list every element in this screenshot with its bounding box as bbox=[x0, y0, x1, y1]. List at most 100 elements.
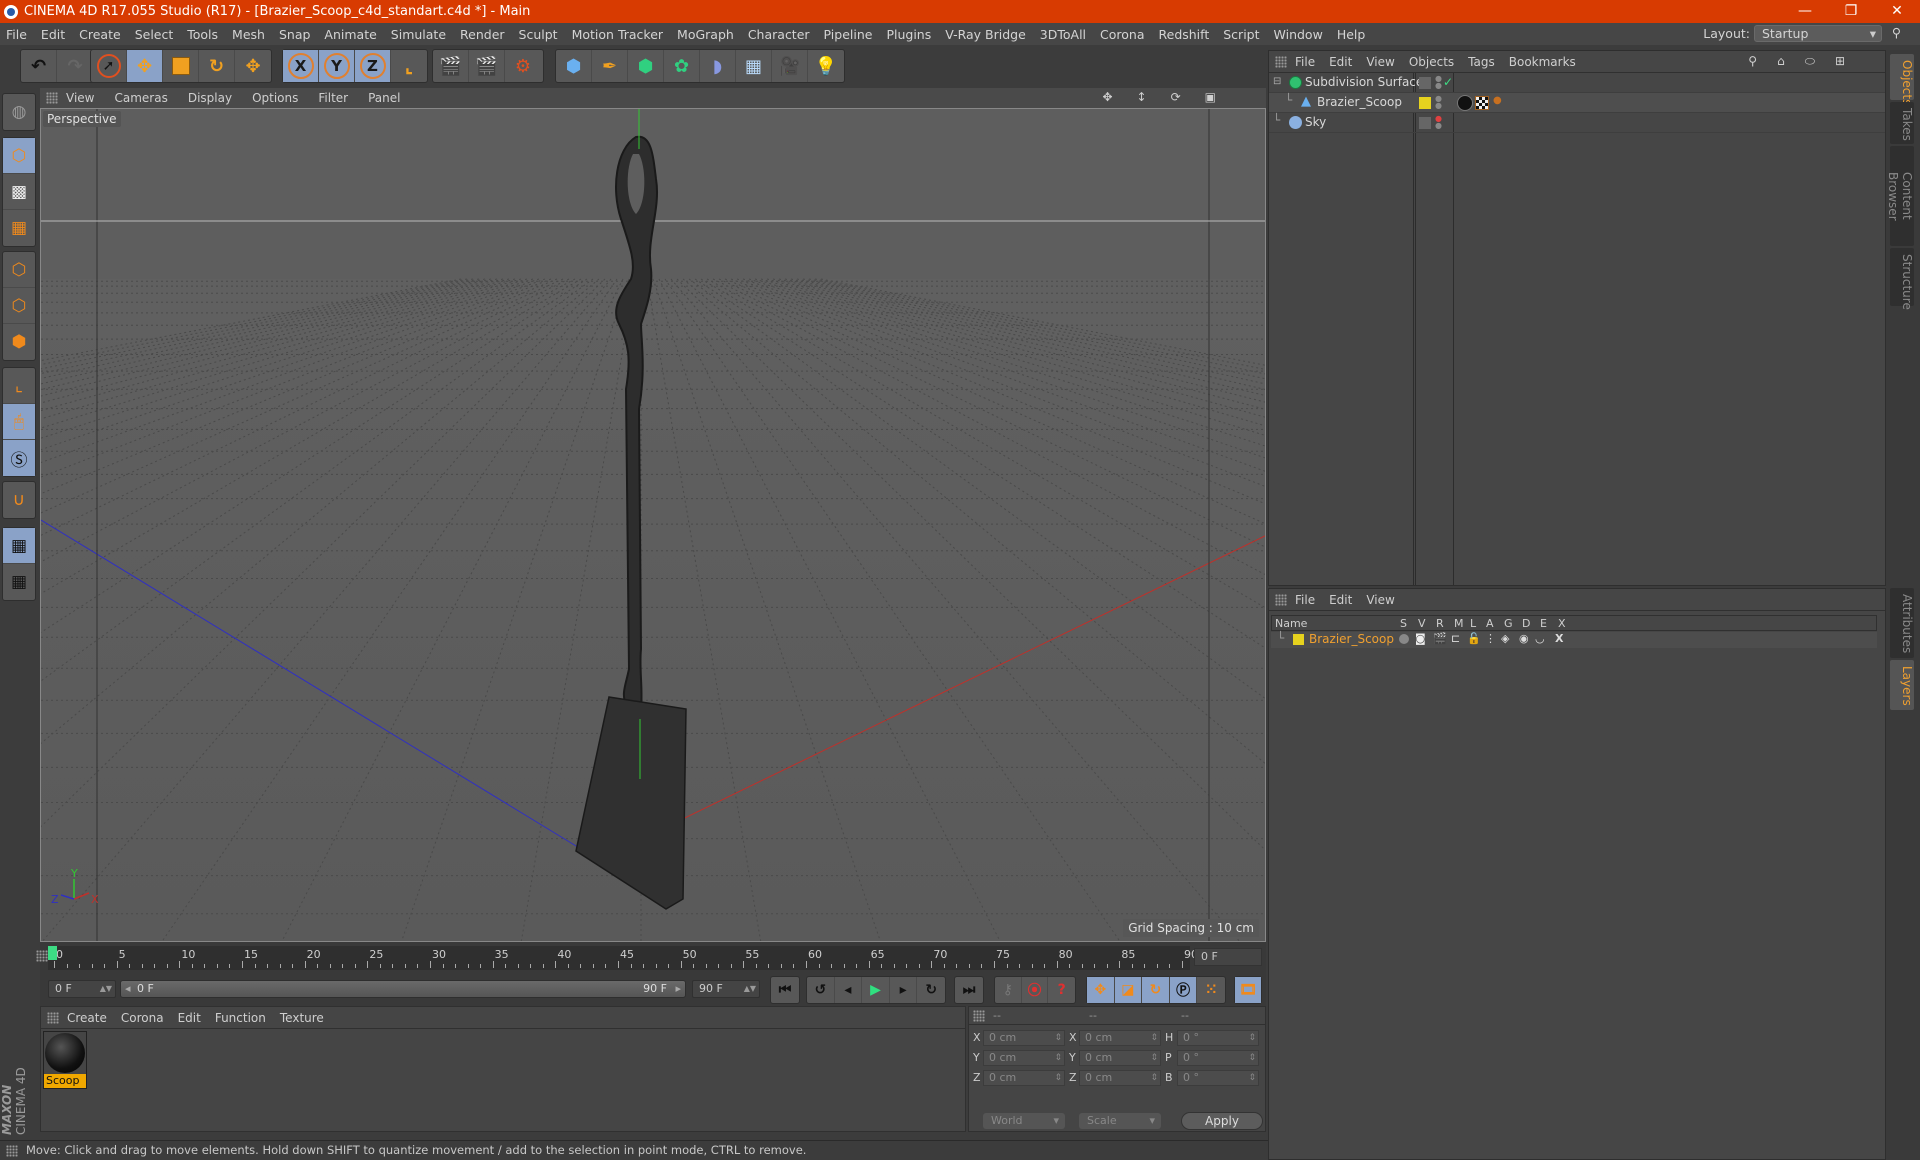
material-swatch[interactable]: Scoop bbox=[43, 1031, 87, 1089]
restore-button[interactable]: ❐ bbox=[1828, 0, 1874, 23]
menu-tools[interactable]: Tools bbox=[187, 27, 218, 42]
menu-animate[interactable]: Animate bbox=[324, 27, 376, 42]
position-z-field[interactable]: 0 cm bbox=[983, 1070, 1065, 1086]
expressions-toggle-icon[interactable]: ◡ bbox=[1535, 632, 1545, 645]
toggle-layout-icon[interactable]: ▣ bbox=[1205, 90, 1220, 104]
menu-plugins[interactable]: Plugins bbox=[886, 27, 931, 42]
viewport-menu-display[interactable]: Display bbox=[188, 91, 232, 105]
select-live-icon[interactable]: ➚ bbox=[91, 50, 127, 82]
x-axis-lock-button[interactable]: X bbox=[283, 50, 319, 82]
tweak-icon[interactable]: 🖱 bbox=[3, 404, 35, 440]
edges-mode-icon[interactable]: ⬡ bbox=[3, 288, 35, 324]
menu-help[interactable]: Help bbox=[1337, 27, 1366, 42]
search-icon[interactable]: ⚲ bbox=[1892, 25, 1901, 40]
view-toggle-icon[interactable]: ◙ bbox=[1415, 632, 1426, 645]
axis-icon[interactable]: ⌞ bbox=[3, 368, 35, 404]
lm-menu-view[interactable]: View bbox=[1366, 593, 1394, 607]
menu-simulate[interactable]: Simulate bbox=[391, 27, 446, 42]
cube-icon[interactable]: ⬢ bbox=[556, 50, 592, 82]
render-picture-viewer-icon[interactable]: 🎬 bbox=[469, 50, 505, 82]
material-menu-edit[interactable]: Edit bbox=[178, 1011, 201, 1025]
make-editable-icon[interactable]: ◍ bbox=[3, 94, 35, 130]
menu-character[interactable]: Character bbox=[748, 27, 810, 42]
om-menu-edit[interactable]: Edit bbox=[1329, 55, 1352, 69]
col-solo[interactable]: S bbox=[1400, 617, 1407, 630]
material-tag-icon[interactable] bbox=[1457, 95, 1473, 111]
menu-corona[interactable]: Corona bbox=[1100, 27, 1144, 42]
material-menu-texture[interactable]: Texture bbox=[280, 1011, 324, 1025]
keyframe-selection-icon[interactable]: ⚷ bbox=[995, 977, 1022, 1003]
viewport-menu-filter[interactable]: Filter bbox=[318, 91, 348, 105]
menu-pipeline[interactable]: Pipeline bbox=[824, 27, 873, 42]
rotate-icon[interactable]: ↻ bbox=[199, 50, 235, 82]
rotation-b-field[interactable]: 0 ° bbox=[1177, 1070, 1259, 1086]
tab-structure[interactable]: Structure bbox=[1890, 248, 1914, 310]
animation-toggle-icon[interactable]: ⋮ bbox=[1485, 632, 1496, 645]
subdivision-icon[interactable]: ⬢ bbox=[628, 50, 664, 82]
lock-workplane-icon[interactable]: ▦ bbox=[3, 528, 35, 564]
material-menu-create[interactable]: Create bbox=[67, 1011, 107, 1025]
menu-window[interactable]: Window bbox=[1274, 27, 1323, 42]
light-icon[interactable]: 💡 bbox=[808, 50, 844, 82]
coordinate-system-dropdown[interactable]: World bbox=[983, 1113, 1065, 1129]
parameter-key-icon[interactable]: Ⓟ bbox=[1169, 977, 1198, 1003]
frame-range-slider[interactable]: ◂ 0 F 90 F ▸ bbox=[120, 980, 686, 998]
xref-toggle-icon[interactable]: X bbox=[1555, 632, 1563, 645]
lm-menu-edit[interactable]: Edit bbox=[1329, 593, 1352, 607]
object-row-brazier-scoop[interactable]: └ ▲ Brazier_Scoop ● ● ● bbox=[1269, 93, 1885, 113]
z-axis-lock-button[interactable]: Z bbox=[355, 50, 391, 82]
end-frame-field[interactable]: 90 F ▲▼ bbox=[692, 980, 760, 998]
om-menu-bookmarks[interactable]: Bookmarks bbox=[1509, 55, 1576, 69]
rotation-h-field[interactable]: 0 ° bbox=[1177, 1030, 1259, 1046]
model-mode-icon[interactable]: ⬡ bbox=[3, 138, 35, 174]
points-mode-icon[interactable]: ⬡ bbox=[3, 252, 35, 288]
zoom-view-icon[interactable]: ↕ bbox=[1137, 90, 1151, 104]
frame-ruler[interactable]: 0 5 10 15 20 25 30 35 40 45 50 55 60 65 70 75 80 85 90 bbox=[48, 946, 1198, 970]
start-frame-field[interactable]: 0 F ▲▼ bbox=[48, 980, 116, 998]
col-generators[interactable]: G bbox=[1504, 617, 1513, 630]
layer-color-swatch[interactable] bbox=[1293, 634, 1304, 645]
redo-icon[interactable]: ↷ bbox=[57, 50, 93, 82]
step-forward-key-icon[interactable]: ↻ bbox=[917, 977, 945, 1003]
position-key-icon[interactable]: ✥ bbox=[1087, 977, 1115, 1003]
current-frame-field[interactable]: 0 F bbox=[1194, 948, 1262, 966]
layer-indicator[interactable] bbox=[1419, 117, 1431, 129]
col-render[interactable]: R bbox=[1436, 617, 1444, 630]
rotate-view-icon[interactable]: ⟳ bbox=[1171, 90, 1185, 104]
material-menu-function[interactable]: Function bbox=[215, 1011, 266, 1025]
step-forward-frame-icon[interactable]: ▸ bbox=[890, 977, 918, 1003]
go-to-start-icon[interactable]: ⏮ bbox=[771, 977, 799, 1003]
om-menu-tags[interactable]: Tags bbox=[1468, 55, 1495, 69]
range-right-arrow-icon[interactable]: ▸ bbox=[675, 982, 681, 995]
tab-attributes[interactable]: Attributes bbox=[1890, 588, 1914, 658]
move-icon[interactable]: ✥ bbox=[127, 50, 163, 82]
undo-icon[interactable]: ↶ bbox=[21, 50, 57, 82]
autokey-icon[interactable]: ? bbox=[1048, 977, 1075, 1003]
pan-view-icon[interactable]: ✥ bbox=[1102, 90, 1116, 104]
deformers-toggle-icon[interactable]: ◉ bbox=[1519, 632, 1529, 645]
close-button[interactable]: ✕ bbox=[1874, 0, 1920, 23]
om-menu-file[interactable]: File bbox=[1295, 55, 1315, 69]
object-row-sky[interactable]: └ Sky ● ● bbox=[1269, 113, 1885, 133]
tab-content-browser[interactable]: Content Browser bbox=[1886, 146, 1914, 246]
lm-menu-file[interactable]: File bbox=[1295, 593, 1315, 607]
layer-row-brazier-scoop[interactable]: └ Brazier_Scoop ◙ 🎬 ⊏ 🔓 ⋮ ◈ ◉ ◡ X bbox=[1271, 631, 1877, 648]
menu-create[interactable]: Create bbox=[79, 27, 121, 42]
om-menu-objects[interactable]: Objects bbox=[1409, 55, 1454, 69]
menu-edit[interactable]: Edit bbox=[41, 27, 65, 42]
col-deformers[interactable]: D bbox=[1522, 617, 1530, 630]
rotation-p-field[interactable]: 0 ° bbox=[1177, 1050, 1259, 1066]
viewport-menu-options[interactable]: Options bbox=[252, 91, 298, 105]
col-view[interactable]: V bbox=[1418, 617, 1426, 630]
home-icon[interactable]: ⌂ bbox=[1777, 54, 1791, 68]
om-menu-view[interactable]: View bbox=[1366, 55, 1394, 69]
col-xref[interactable]: X bbox=[1558, 617, 1566, 630]
position-y-field[interactable]: 0 cm bbox=[983, 1050, 1065, 1066]
menu-file[interactable]: File bbox=[6, 27, 27, 42]
visibility-dots-icon[interactable]: ● ● bbox=[1435, 115, 1442, 130]
workplane-icon[interactable]: ▦ bbox=[3, 210, 35, 246]
snap-icon[interactable]: Ⓢ bbox=[3, 440, 35, 476]
scale-icon[interactable] bbox=[163, 50, 199, 82]
size-mode-dropdown[interactable]: Scale bbox=[1079, 1113, 1161, 1129]
play-icon[interactable]: ▶ bbox=[862, 977, 890, 1003]
